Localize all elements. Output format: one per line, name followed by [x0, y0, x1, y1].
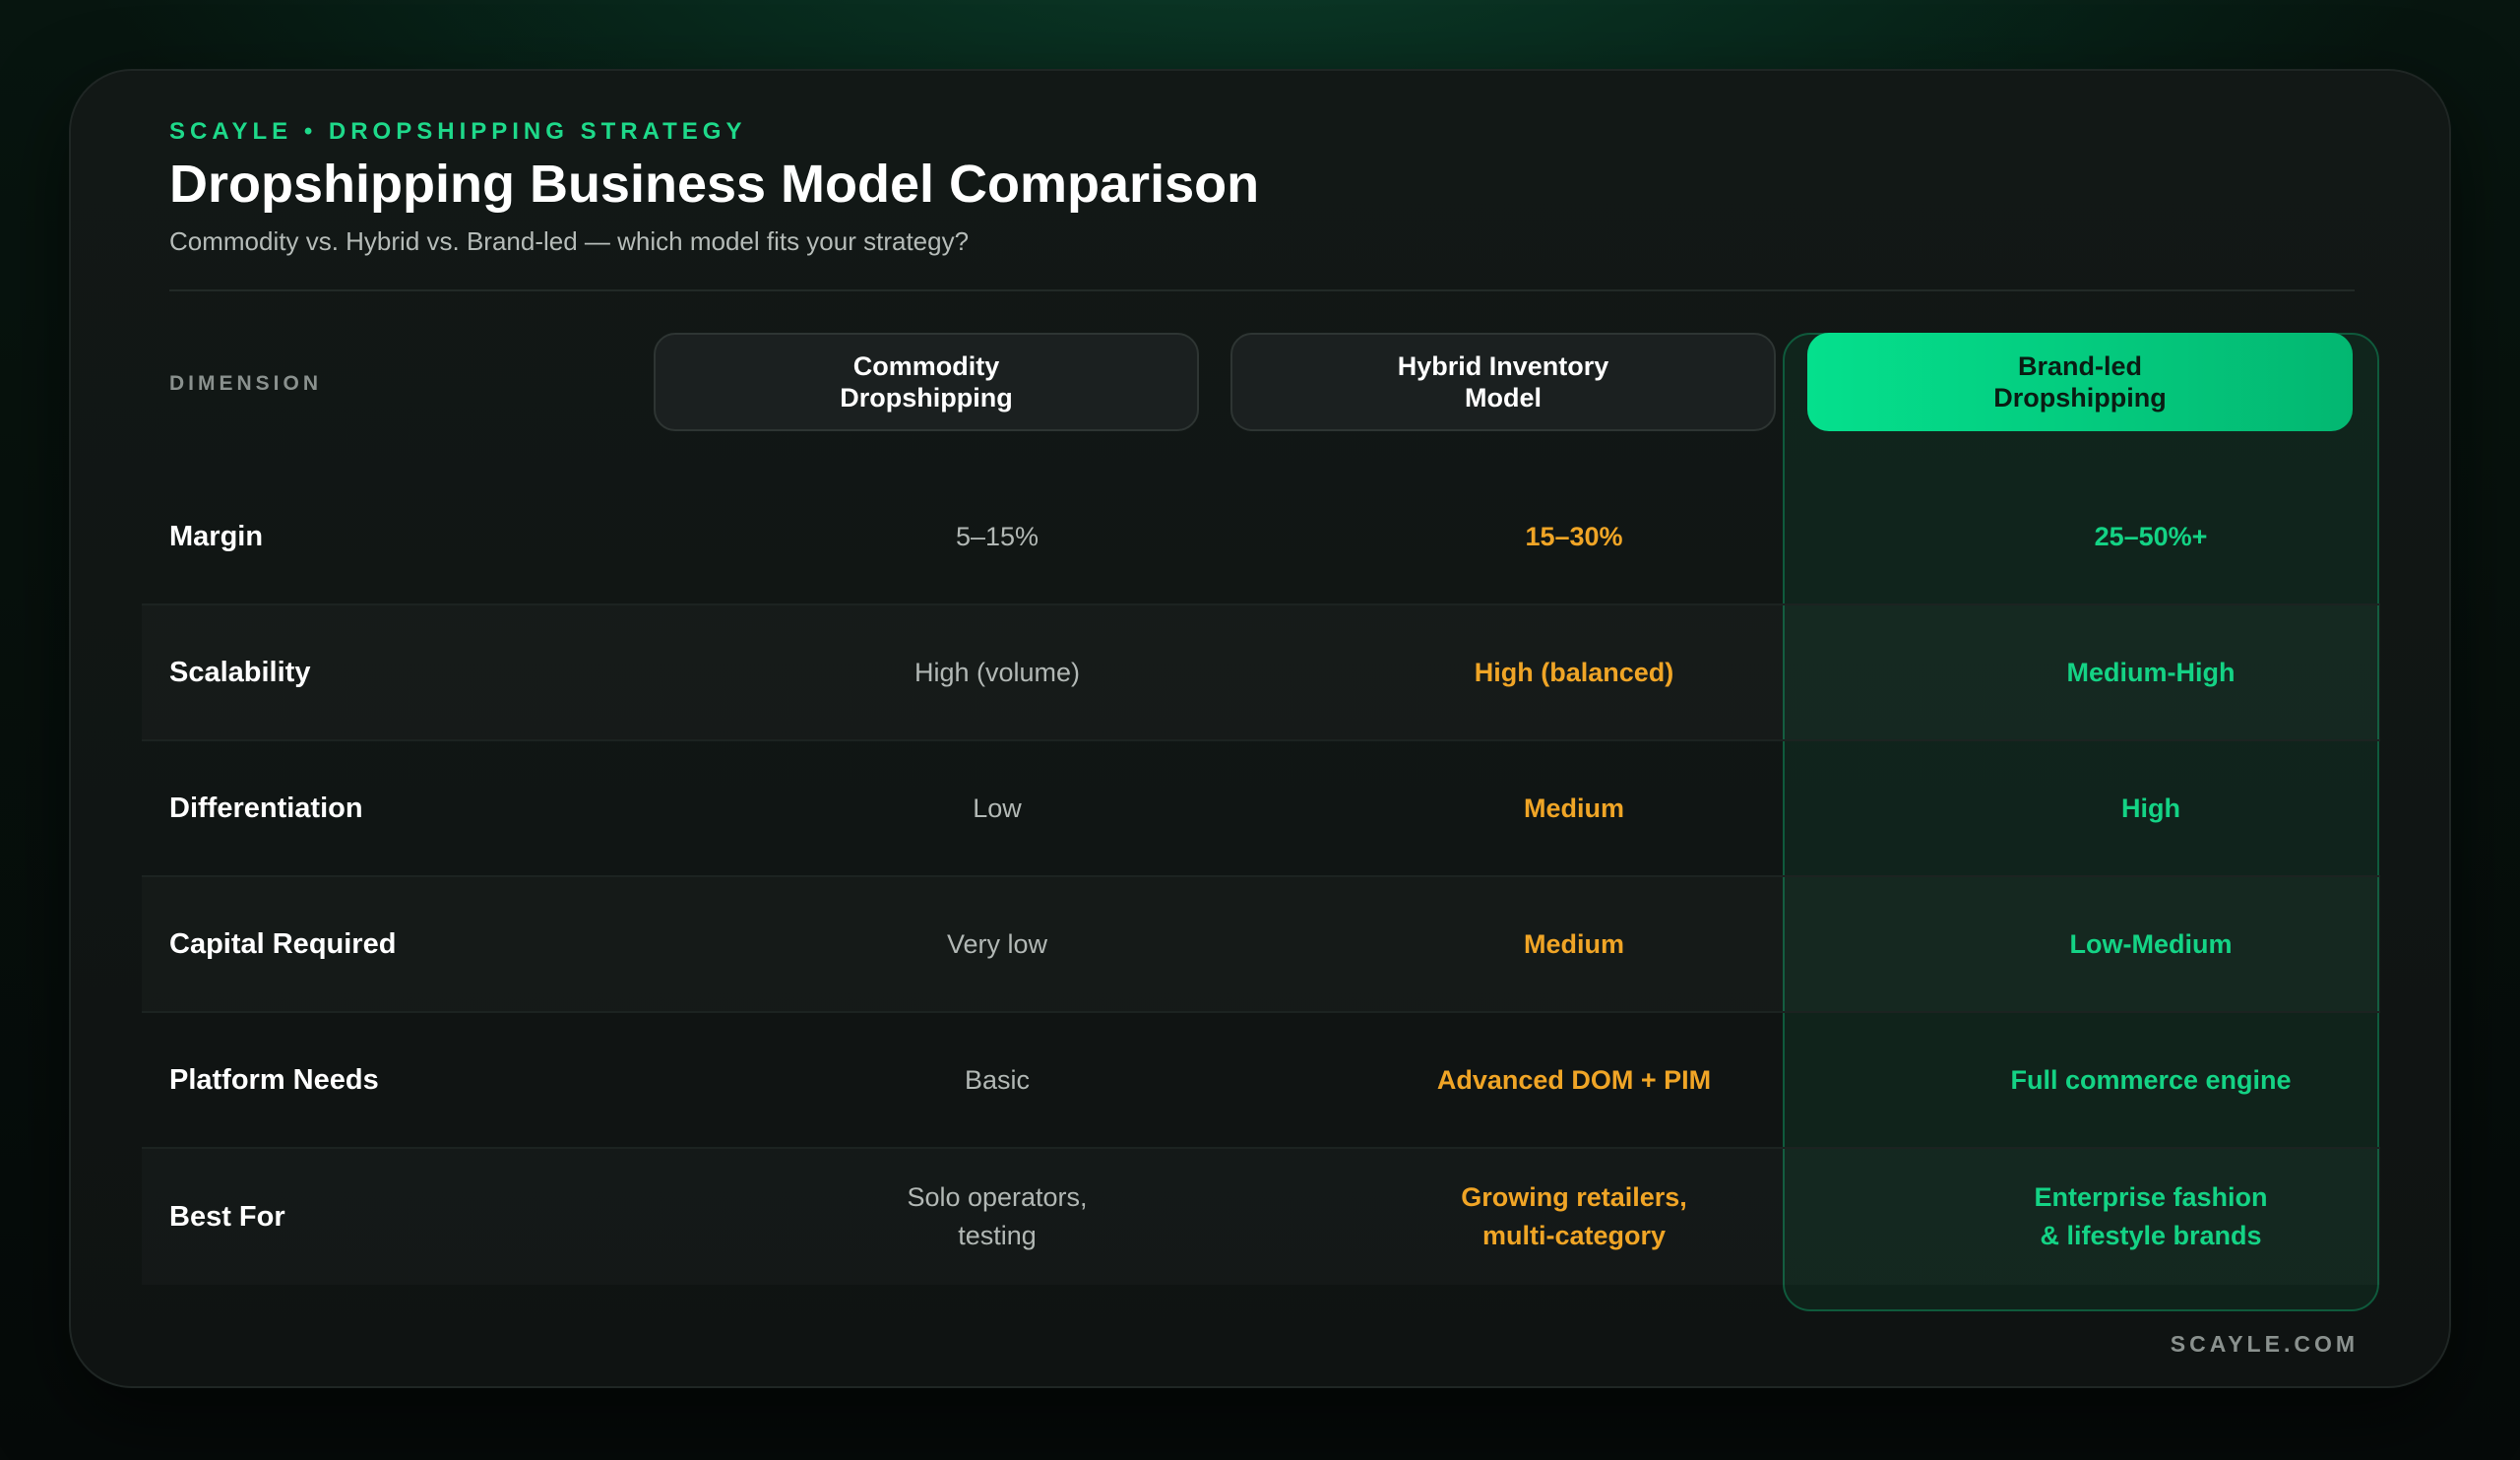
table-row-capital-required: Capital Required Very low Medium Low-Med…	[142, 877, 2380, 1013]
cell-hybrid: High (balanced)	[1474, 657, 1674, 687]
cell-commodity: 5–15%	[955, 521, 1040, 551]
dimension-header: DIMENSION	[169, 372, 323, 395]
comparison-card: SCAYLE • DROPSHIPPING STRATEGY Dropshipp…	[69, 69, 2451, 1388]
cell-commodity: Low	[973, 793, 1022, 823]
row-label: Best For	[169, 1200, 285, 1233]
cell-commodity: Very low	[946, 928, 1048, 959]
cell-brand-led: Enterprise fashion & lifestyle brands	[2034, 1182, 2268, 1250]
cell-commodity: Basic	[964, 1064, 1031, 1095]
cell-brand-led: Medium-High	[2066, 657, 2236, 687]
cell-hybrid: Medium	[1523, 793, 1624, 823]
header-divider	[169, 289, 2355, 291]
cell-hybrid: Growing retailers, multi-category	[1461, 1182, 1687, 1250]
cell-brand-led: Full commerce engine	[2010, 1064, 2292, 1095]
cell-brand-led: Low-Medium	[2069, 928, 2233, 959]
row-label: Margin	[169, 520, 264, 552]
cell-hybrid: Advanced DOM + PIM	[1436, 1064, 1712, 1095]
table-row-platform-needs: Platform Needs Basic Advanced DOM + PIM …	[142, 1013, 2380, 1149]
column-header-brand-led: Brand-led Dropshipping	[1807, 333, 2353, 431]
cell-hybrid: Medium	[1523, 928, 1624, 959]
footer-site-link[interactable]: SCAYLE.COM	[2171, 1331, 2359, 1358]
page-subtitle: Commodity vs. Hybrid vs. Brand-led — whi…	[169, 226, 970, 256]
table-row-best-for: Best For Solo operators, testing Growing…	[142, 1149, 2380, 1285]
cell-brand-led: 25–50%+	[2094, 521, 2208, 551]
cell-commodity: Solo operators, testing	[907, 1182, 1088, 1250]
table-row-margin: Margin 5–15% 15–30% 25–50%+	[142, 470, 2380, 605]
cell-brand-led: High	[2121, 793, 2180, 823]
column-header-commodity: Commodity Dropshipping	[654, 333, 1199, 431]
column-header-hybrid: Hybrid Inventory Model	[1230, 333, 1776, 431]
row-label: Differentiation	[169, 792, 363, 824]
row-label: Capital Required	[169, 927, 397, 960]
row-label: Scalability	[169, 656, 311, 688]
table-row-scalability: Scalability High (volume) High (balanced…	[142, 605, 2380, 741]
row-label: Platform Needs	[169, 1063, 379, 1096]
cell-commodity: High (volume)	[914, 657, 1081, 687]
cell-hybrid: 15–30%	[1525, 521, 1623, 551]
page-title: Dropshipping Business Model Comparison	[169, 155, 1260, 214]
eyebrow-label: SCAYLE • DROPSHIPPING STRATEGY	[169, 118, 747, 145]
table-row-differentiation: Differentiation Low Medium High	[142, 741, 2380, 877]
